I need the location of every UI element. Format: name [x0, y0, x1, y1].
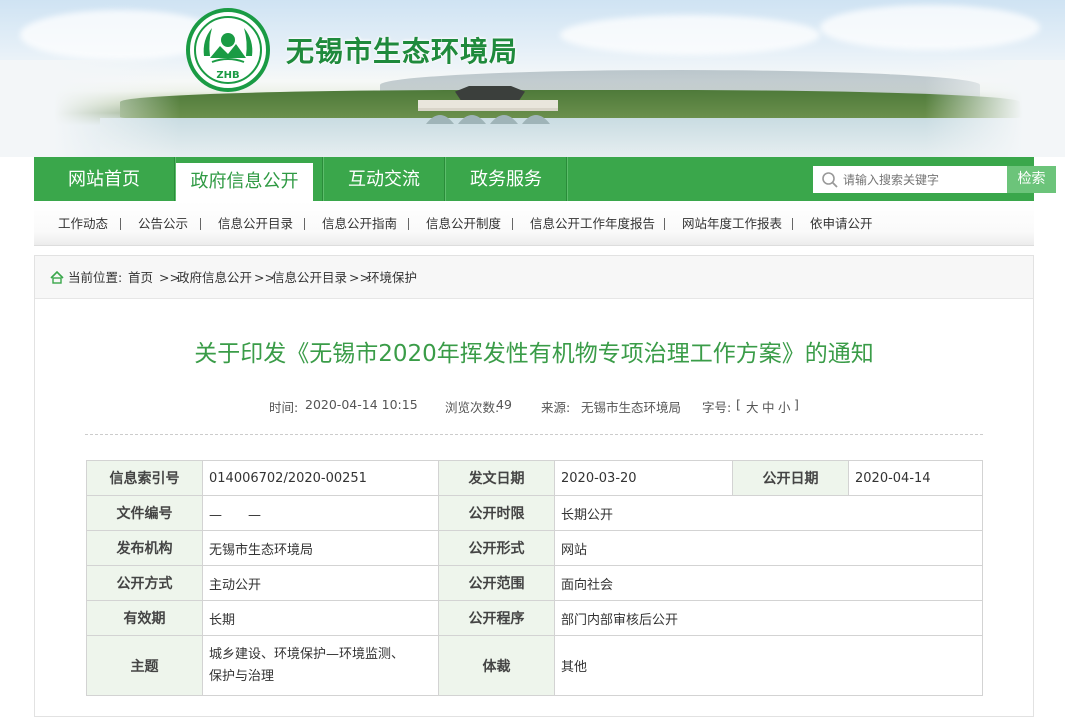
subnav-item-site-report[interactable]: 网站年度工作报表 [682, 201, 782, 246]
banner-cloud [820, 5, 1040, 50]
banner-cloud [560, 15, 820, 55]
table-value-line: 城乡建设、环境保护—环境监测、 [209, 646, 405, 662]
table-value-line: 保护与治理 [209, 668, 275, 684]
font-size-medium[interactable]: 中 [762, 397, 775, 416]
table-value: 城乡建设、环境保护—环境监测、 保护与治理 [202, 635, 439, 696]
table-label: 体裁 [438, 635, 555, 696]
meta-views: 49 [496, 397, 512, 412]
subnav-divider [792, 218, 793, 230]
subnav-item-notices[interactable]: 公告公示 [138, 201, 188, 246]
meta-font-label: 字号: [702, 400, 732, 415]
emblem-icon: ZHB [194, 16, 262, 84]
breadcrumb-env[interactable]: 环境保护 [367, 256, 417, 300]
banner-bridge [418, 100, 558, 124]
breadcrumb-home[interactable]: 首页 [128, 256, 153, 300]
table-value: 014006702/2020-00251 [202, 460, 439, 496]
table-row: 信息索引号 014006702/2020-00251 发文日期 2020-03-… [86, 460, 983, 496]
nav-tab-services[interactable]: 政务服务 [446, 157, 566, 201]
subnav-divider [512, 218, 513, 230]
meta-time-label: 时间: [269, 400, 299, 415]
logo-text: ZHB [216, 70, 239, 81]
subnav-item-guide[interactable]: 信息公开指南 [322, 201, 397, 246]
table-label: 公开方式 [86, 565, 203, 601]
table-value: 面向社会 [554, 565, 983, 601]
search-icon [822, 172, 838, 188]
breadcrumb-label: 当前位置: [68, 270, 123, 285]
table-value: 主动公开 [202, 565, 439, 601]
site-logo[interactable]: ZHB [186, 8, 270, 92]
subnav-divider [200, 218, 201, 230]
subnav-item-system[interactable]: 信息公开制度 [426, 201, 501, 246]
table-row: 主题 城乡建设、环境保护—环境监测、 保护与治理 体裁 其他 [86, 635, 983, 696]
site-title: 无锡市生态环境局 [286, 35, 519, 68]
nav-tab-interaction[interactable]: 互动交流 [324, 157, 444, 201]
table-label: 有效期 [86, 600, 203, 636]
subnav-item-work-news[interactable]: 工作动态 [58, 201, 108, 246]
meta-views-label: 浏览次数: [445, 400, 500, 415]
table-label: 公开形式 [438, 530, 555, 566]
table-value: 无锡市生态环境局 [202, 530, 439, 566]
table-label: 公开日期 [732, 460, 849, 496]
table-value: 2020-04-14 [848, 460, 983, 496]
table-value: — — [202, 495, 439, 531]
meta-source: 无锡市生态环境局 [581, 400, 682, 415]
meta-time: 2020-04-14 10:15 [305, 397, 418, 412]
table-label: 发布机构 [86, 530, 203, 566]
subnav-item-catalog[interactable]: 信息公开目录 [218, 201, 293, 246]
breadcrumb-gov-info[interactable]: 政府信息公开 [177, 256, 252, 300]
subnav-divider [304, 218, 305, 230]
table-row: 文件编号 — — 公开时限 长期公开 [86, 495, 983, 531]
table-label: 文件编号 [86, 495, 203, 531]
breadcrumb: 当前位置: 首页 >> 政府信息公开 >> 信息公开目录 >> 环境保护 [35, 256, 1033, 299]
table-label: 公开范围 [438, 565, 555, 601]
nav-divider [566, 157, 568, 201]
nav-tab-gov-info[interactable]: 政府信息公开 [176, 163, 313, 201]
subnav-item-annual-report[interactable]: 信息公开工作年度报告 [530, 201, 655, 246]
table-row: 有效期 长期 公开程序 部门内部审核后公开 [86, 600, 983, 636]
info-table: 信息索引号 014006702/2020-00251 发文日期 2020-03-… [86, 460, 983, 696]
search-box [813, 166, 1007, 193]
nav-tab-home[interactable]: 网站首页 [34, 157, 174, 201]
sub-nav: 工作动态 公告公示 信息公开目录 信息公开指南 信息公开制度 信息公开工作年度报… [34, 201, 1034, 246]
divider [85, 434, 983, 435]
banner-fade [0, 60, 180, 157]
table-label: 主题 [86, 635, 203, 696]
table-value: 部门内部审核后公开 [554, 600, 983, 636]
subnav-divider [120, 218, 121, 230]
subnav-item-apply[interactable]: 依申请公开 [810, 201, 873, 246]
table-label: 公开时限 [438, 495, 555, 531]
article-title: 关于印发《无锡市2020年挥发性有机物专项治理工作方案》的通知 [194, 341, 874, 367]
font-size-small[interactable]: 小 [778, 397, 791, 416]
meta-font-bracket: ] [794, 397, 799, 412]
table-row: 公开方式 主动公开 公开范围 面向社会 [86, 565, 983, 601]
search-input[interactable] [843, 166, 1003, 193]
site-banner: ZHB 无锡市生态环境局 [0, 0, 1065, 157]
search-button[interactable]: 检索 [1007, 166, 1056, 193]
table-value: 网站 [554, 530, 983, 566]
table-label: 发文日期 [438, 460, 555, 496]
banner-water [100, 118, 1040, 157]
meta-source-label: 来源: [541, 400, 571, 415]
table-value: 长期公开 [554, 495, 983, 531]
home-icon [50, 271, 64, 284]
font-size-large[interactable]: 大 [746, 397, 759, 416]
table-label: 公开程序 [438, 600, 555, 636]
breadcrumb-catalog[interactable]: 信息公开目录 [272, 256, 347, 300]
table-label: 信息索引号 [86, 460, 203, 496]
table-value: 长期 [202, 600, 439, 636]
subnav-divider [408, 218, 409, 230]
table-row: 发布机构 无锡市生态环境局 公开形式 网站 [86, 530, 983, 566]
content-panel: 当前位置: 首页 >> 政府信息公开 >> 信息公开目录 >> 环境保护 关于印… [34, 255, 1034, 717]
table-value: 2020-03-20 [554, 460, 733, 496]
banner-fade [925, 60, 1065, 157]
banner-trees [120, 90, 1020, 120]
subnav-divider [664, 218, 665, 230]
main-nav: 网站首页 政府信息公开 互动交流 政务服务 检索 [34, 157, 1056, 201]
table-value: 其他 [554, 635, 983, 696]
meta-font-bracket: [ [736, 397, 741, 412]
